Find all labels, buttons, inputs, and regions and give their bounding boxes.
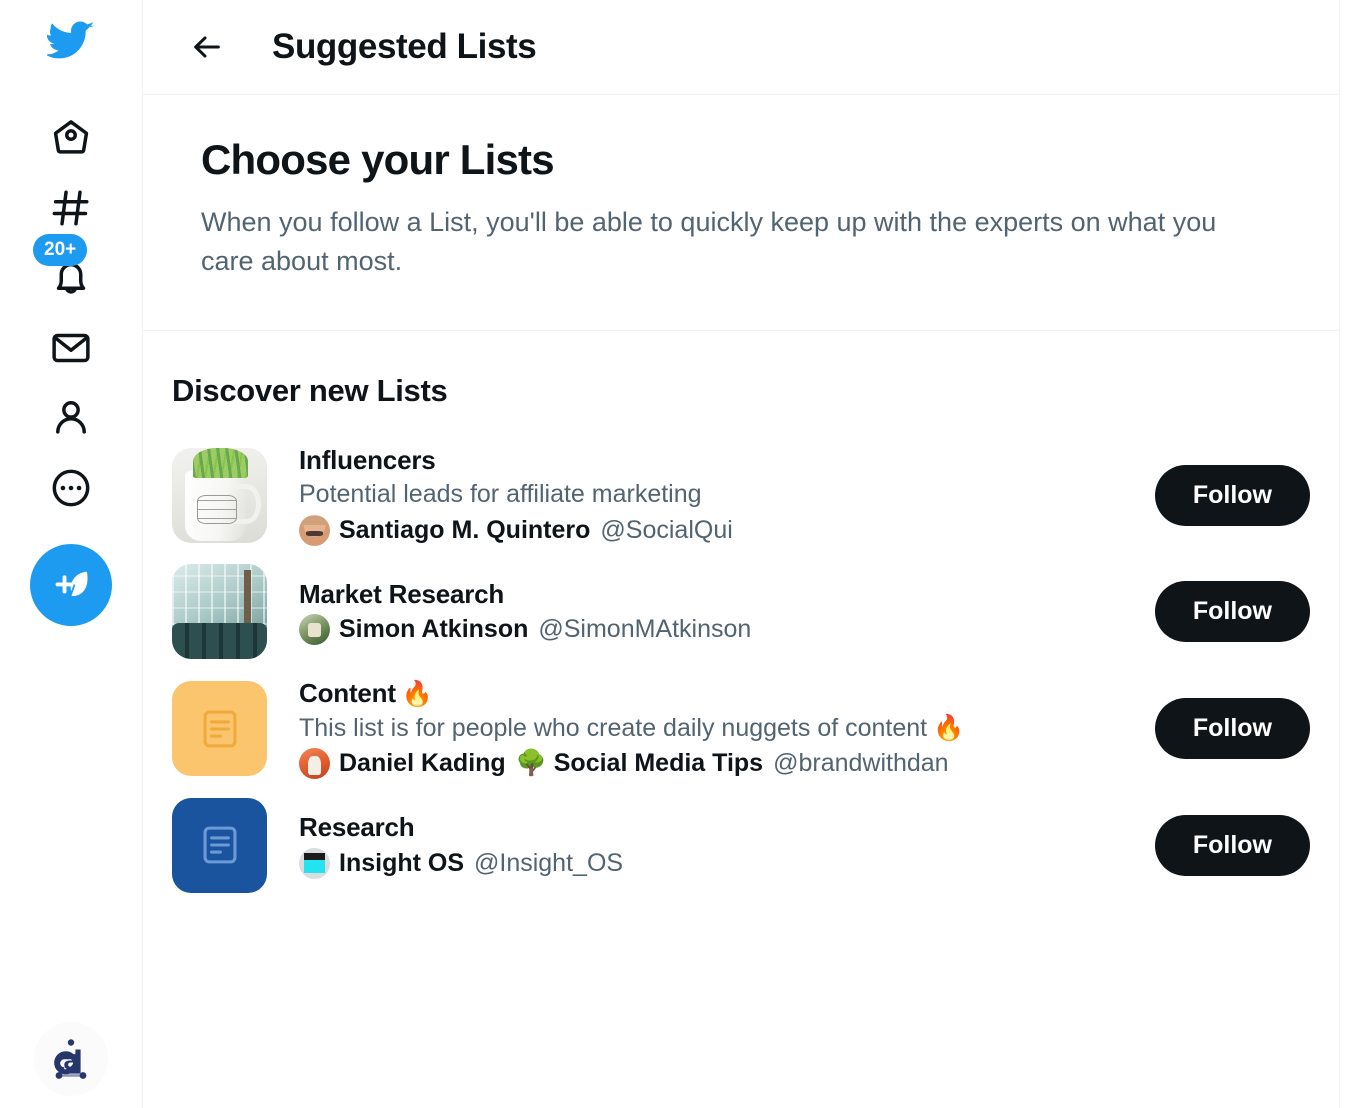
follow-button[interactable]: Follow <box>1154 814 1310 876</box>
list-description: This list is for people who create daily… <box>299 712 1131 745</box>
list-owner: Insight OS @Insight_OS <box>299 847 1131 880</box>
sidebar-item-more[interactable]: More <box>45 462 97 514</box>
right-gutter <box>1340 0 1370 1108</box>
document-lines-icon <box>203 710 236 747</box>
list-owner: Santiago M. Quintero @SocialQui <box>299 514 1131 547</box>
sidebar-item-explore[interactable]: Explore <box>45 182 97 234</box>
main-column: Suggested Lists Choose your Lists When y… <box>143 0 1340 1108</box>
owner-name: Simon Atkinson <box>339 615 529 644</box>
list-name: Research <box>299 812 415 843</box>
discover-section-title: Discover new Lists <box>172 372 448 408</box>
fire-emoji: 🔥 <box>933 713 965 742</box>
list-thumbnail-pitcher-photo <box>172 447 267 543</box>
primary-sidebar: Home Explore 20+ Notifications Messages <box>0 0 143 1108</box>
list-row[interactable]: Research Insight OS @Insight_OS Follow <box>143 789 1339 902</box>
list-row[interactable]: Content 🔥 This list is for people who cre… <box>143 668 1339 789</box>
list-owner: Simon Atkinson @SimonMAtkinson <box>299 613 1131 646</box>
sidebar-item-notifications[interactable]: 20+ Notifications <box>33 234 97 304</box>
list-name: Content 🔥 <box>299 677 1131 710</box>
sidebar-item-home[interactable]: Home <box>45 112 97 164</box>
owner-extra: 🌳 Social Media Tips <box>515 749 764 778</box>
account-avatar-logo-icon: a <box>54 1039 87 1079</box>
list-details: Influencers Potential leads for affiliat… <box>267 444 1131 547</box>
owner-handle: @SimonMAtkinson <box>538 615 752 644</box>
list-name: Influencers <box>299 444 436 475</box>
owner-avatar <box>299 614 330 646</box>
fire-emoji: 🔥 <box>401 680 433 709</box>
owner-handle: @brandwithdan <box>773 749 949 778</box>
owner-handle: @Insight_OS <box>474 848 624 877</box>
sidebar-item-messages[interactable]: Messages <box>45 322 97 374</box>
list-details: Research Insight OS @Insight_OS <box>267 811 1131 879</box>
intro-heading: Choose your Lists <box>201 136 555 183</box>
list-description: Potential leads for affiliate marketing <box>299 480 702 509</box>
list-details: Content 🔥 This list is for people who cre… <box>267 677 1131 780</box>
list-row[interactable]: Influencers Potential leads for affiliat… <box>143 435 1339 556</box>
page-title: Suggested Lists <box>272 27 537 66</box>
owner-name: Daniel Kading <box>339 749 506 778</box>
owner-avatar <box>299 748 330 780</box>
intro-section: Choose your Lists When you follow a List… <box>143 95 1339 331</box>
sidebar-item-profile[interactable]: Profile <box>45 392 97 444</box>
twitter-app-window: Home Explore 20+ Notifications Messages <box>0 0 1370 1108</box>
owner-handle: @SocialQui <box>600 515 733 544</box>
document-lines-icon <box>203 826 236 864</box>
follow-button[interactable]: Follow <box>1154 581 1310 643</box>
notifications-badge: 20+ <box>33 234 88 266</box>
list-details: Market Research Simon Atkinson @SimonMAt… <box>267 578 1131 646</box>
svg-text:a: a <box>63 1045 79 1075</box>
owner-name: Santiago M. Quintero <box>339 515 591 544</box>
list-thumbnail-document-icon <box>172 797 267 893</box>
compose-tweet-feather-plus-icon <box>55 571 88 597</box>
list-description-text: This list is for people who create daily… <box>299 713 928 742</box>
back-button[interactable] <box>179 19 235 75</box>
list-thumbnail-document-icon <box>172 681 267 777</box>
discover-section: Discover new Lists Influencers Potential… <box>143 331 1339 902</box>
list-name-text: Content <box>299 678 396 709</box>
follow-button[interactable]: Follow <box>1154 464 1310 526</box>
intro-body: When you follow a List, you'll be able t… <box>201 207 1217 276</box>
follow-button[interactable]: Follow <box>1154 698 1310 760</box>
page-header: Suggested Lists <box>143 0 1339 95</box>
owner-avatar <box>299 847 330 879</box>
list-row[interactable]: Market Research Simon Atkinson @SimonMAt… <box>143 555 1339 668</box>
list-owner: Daniel Kading 🌳 Social Media Tips @brand… <box>299 747 1131 780</box>
back-arrow-icon <box>194 36 220 58</box>
account-avatar[interactable]: a a <box>34 1022 108 1096</box>
compose-tweet-button[interactable]: Tweet <box>30 544 112 626</box>
list-thumbnail-terminal-photo <box>172 564 267 660</box>
twitter-bird-logo[interactable] <box>45 14 97 66</box>
owner-avatar <box>299 514 330 546</box>
list-name: Market Research <box>299 578 505 609</box>
owner-name: Insight OS <box>339 848 464 877</box>
